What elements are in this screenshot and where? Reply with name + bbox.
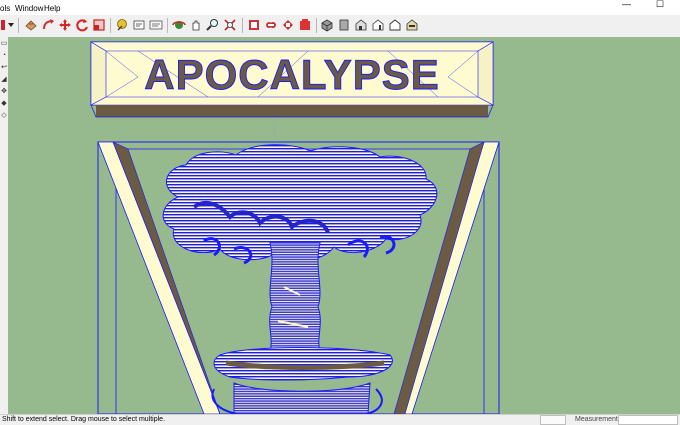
measurements-label: Measurements [575,416,622,423]
rotate-tool-icon[interactable]: ◆ [0,99,8,108]
toolbar-separator [110,18,111,33]
banner-text: APOCALYPSE [144,51,440,98]
push-pull-icon[interactable] [40,17,56,33]
left-view-icon[interactable] [404,17,420,33]
iso-view-icon[interactable] [319,17,335,33]
zoom-icon[interactable] [205,17,221,33]
offset-tool-icon[interactable]: ◇ [0,111,8,120]
back-view-icon[interactable] [387,17,403,33]
zoom-extents-icon[interactable] [222,17,238,33]
menu-window[interactable]: Window [15,4,43,13]
right-view-icon[interactable] [370,17,386,33]
menu-tools[interactable]: ols [0,4,10,13]
status-hint-text: Shift to extend select. Drag mouse to se… [2,416,166,423]
paint-bucket-icon[interactable] [23,17,39,33]
maximize-button[interactable]: ☐ [656,0,664,10]
dimension-icon[interactable] [131,17,147,33]
toolbar-separator [18,18,19,33]
circle-tool-icon[interactable]: ◔ [0,51,8,60]
toolbar-separator [316,18,317,33]
move-icon[interactable] [57,17,73,33]
warehouse-icon[interactable] [246,17,262,33]
move-tool-icon[interactable]: ✥ [0,87,8,96]
pan-icon[interactable] [188,17,204,33]
menu-bar: ols Window Help — ☐ [0,0,680,15]
chevron-down-icon[interactable] [6,17,16,33]
window-controls: — ☐ [616,0,680,15]
eraser-tool-icon[interactable]: ◢ [0,75,8,84]
tape-measure-icon[interactable] [114,17,130,33]
orbit-icon[interactable] [171,17,187,33]
extension-warehouse-icon[interactable] [263,17,279,33]
rect-tool-icon[interactable]: ▭ [0,39,8,48]
model-canvas: APOCALYPSE [89,41,500,414]
model-viewport[interactable]: APOCALYPSE [8,37,680,414]
toolbar-separator [242,18,243,33]
rotate-icon[interactable] [74,17,90,33]
arrow-tool-icon[interactable]: ↩ [0,63,8,72]
main-toolbar [0,15,680,38]
toolbar-separator [167,18,168,33]
scale-icon[interactable] [91,17,107,33]
layout-icon[interactable] [297,17,313,33]
menu-help[interactable]: Help [44,4,60,13]
share-model-icon[interactable] [280,17,296,33]
front-view-icon[interactable] [353,17,369,33]
minimize-button[interactable]: — [622,0,631,9]
top-view-icon[interactable] [336,17,352,33]
text-icon[interactable] [148,17,164,33]
banner-block[interactable]: APOCALYPSE [89,41,495,118]
status-bar: Shift to extend select. Drag mouse to se… [0,414,680,425]
